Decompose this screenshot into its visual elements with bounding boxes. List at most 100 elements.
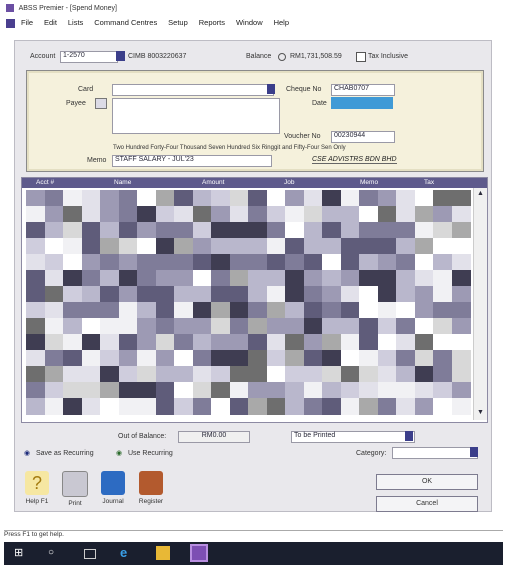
menu-edit[interactable]: Edit [44, 18, 57, 27]
edge-browser-icon[interactable]: e [120, 546, 134, 560]
redacted-cell [100, 270, 119, 287]
use-recurring-button[interactable]: Use Recurring [128, 450, 173, 457]
payee-address-icon[interactable] [95, 98, 107, 109]
redacted-cell [118, 382, 138, 399]
abss-app-icon[interactable] [190, 544, 208, 562]
redacted-cell [451, 302, 471, 319]
printer-icon [62, 471, 88, 497]
tax-inclusive-checkbox[interactable] [356, 52, 366, 62]
redacted-cell [433, 190, 452, 207]
redacted-cell [451, 238, 471, 255]
redacted-cell [118, 222, 138, 239]
cheque-no-field[interactable]: CHAB0707 [331, 84, 395, 96]
redacted-cell [192, 286, 212, 303]
redacted-cell [359, 398, 378, 415]
redacted-cell [63, 334, 82, 351]
redacted-cell [285, 190, 304, 207]
redacted-cell [155, 254, 175, 271]
memo-field[interactable]: STAFF SALARY - JUL'23 [112, 155, 272, 167]
redacted-cell [248, 238, 267, 255]
redacted-cell [414, 366, 434, 383]
redacted-cell [248, 350, 267, 367]
account-code-field[interactable]: 1-2570 [60, 51, 118, 63]
redacted-cell [340, 350, 360, 367]
recurring-buttons: ◉ Save as Recurring ◉ Use Recurring [22, 448, 173, 460]
redacted-cell [396, 222, 415, 239]
window-title: ABSS Premier - [Spend Money] [18, 4, 117, 12]
menu-setup[interactable]: Setup [168, 18, 188, 27]
redacted-cell [155, 270, 175, 287]
payee-address-field[interactable] [112, 98, 280, 134]
account-name: CIMB 8003220637 [128, 53, 187, 60]
redacted-cell [211, 254, 230, 271]
scroll-down-icon[interactable]: ▼ [476, 409, 485, 418]
menu-help[interactable]: Help [274, 18, 289, 27]
redacted-cell [285, 302, 304, 319]
windows-start-icon[interactable]: ⊞ [14, 546, 28, 560]
redacted-cell [211, 302, 230, 319]
table-scrollbar[interactable]: ▲ ▼ [473, 188, 487, 420]
redacted-cell [211, 270, 230, 287]
redacted-cell [396, 334, 415, 351]
card-field[interactable] [112, 84, 274, 96]
journal-button[interactable]: Journal [96, 470, 130, 508]
menu-reports[interactable]: Reports [199, 18, 225, 27]
scroll-up-icon[interactable]: ▲ [476, 190, 485, 199]
redacted-cell [414, 238, 434, 255]
save-recurring-button[interactable]: Save as Recurring [36, 450, 94, 457]
redacted-cell [81, 190, 101, 207]
menu-window[interactable]: Window [236, 18, 263, 27]
redacted-table-rows[interactable] [26, 190, 471, 416]
redacted-cell [211, 366, 230, 383]
redacted-cell [174, 238, 193, 255]
redacted-cell [100, 302, 119, 319]
card-dropdown-icon[interactable] [267, 84, 275, 94]
menu-command-centres[interactable]: Command Centres [94, 18, 157, 27]
redacted-cell [118, 398, 138, 415]
redacted-cell [451, 270, 471, 287]
delivery-dropdown-icon[interactable] [405, 431, 413, 441]
menu-file[interactable]: File [21, 18, 33, 27]
redacted-cell [451, 318, 471, 335]
redacted-cell [137, 382, 156, 399]
redacted-cell [63, 382, 82, 399]
redacted-cell [100, 206, 119, 223]
ok-button[interactable]: OK [376, 474, 478, 490]
account-code-value: 1-2570 [63, 52, 85, 59]
redacted-cell [248, 366, 267, 383]
register-button[interactable]: Register [134, 470, 168, 508]
redacted-cell [229, 206, 249, 223]
redacted-cell [414, 270, 434, 287]
category-dropdown-icon[interactable] [470, 447, 478, 457]
delivery-status-field[interactable]: To be Printed [291, 431, 415, 443]
redacted-cell [118, 350, 138, 367]
cancel-button[interactable]: Cancel [376, 496, 478, 512]
redacted-cell [414, 398, 434, 415]
task-view-icon[interactable] [84, 549, 96, 559]
redacted-cell [229, 318, 249, 335]
redacted-cell [155, 238, 175, 255]
redacted-cell [377, 222, 397, 239]
redacted-cell [63, 206, 82, 223]
redacted-cell [377, 238, 397, 255]
category-field[interactable] [392, 447, 478, 459]
redacted-cell [155, 366, 175, 383]
redacted-cell [81, 270, 101, 287]
out-of-balance-value: RM0.00 [201, 432, 227, 439]
redacted-cell [192, 366, 212, 383]
redacted-cell [396, 206, 415, 223]
redacted-cell [285, 206, 304, 223]
search-icon[interactable]: ○ [48, 546, 62, 560]
redacted-cell [248, 254, 267, 271]
file-explorer-icon[interactable] [156, 546, 170, 560]
menu-lists[interactable]: Lists [68, 18, 83, 27]
voucher-no-field[interactable]: 00230944 [331, 131, 395, 143]
help-button[interactable]: ? Help F1 [20, 470, 54, 508]
redacted-cell [63, 398, 82, 415]
category-label: Category: [356, 450, 387, 457]
redacted-cell [137, 334, 156, 351]
date-field[interactable] [331, 97, 393, 109]
print-button[interactable]: Print [58, 470, 92, 508]
account-list-icon[interactable] [116, 51, 125, 61]
print-label: Print [68, 500, 82, 507]
